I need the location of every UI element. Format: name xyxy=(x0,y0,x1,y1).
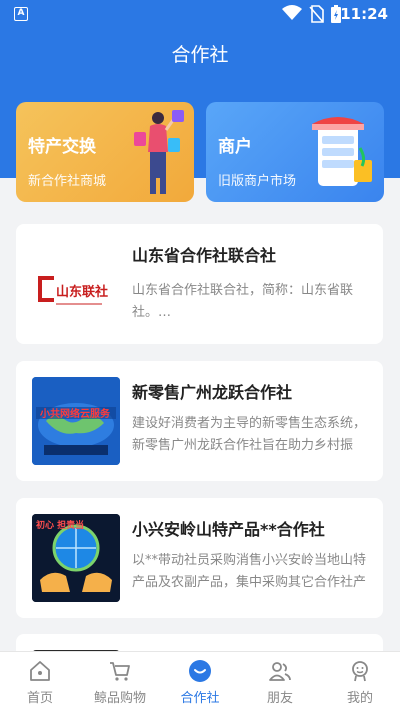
coop-logo-xiaoxinganling: 初心 担责当 xyxy=(32,514,120,602)
coop-logo-shandong: 山东联社 xyxy=(32,240,120,328)
coop-description: 山东省合作社联合社，简称：山东省联社。… xyxy=(132,283,354,320)
status-bar: A 11:24 xyxy=(0,0,400,28)
tab-shopping[interactable]: 鲸品购物 xyxy=(80,652,160,710)
logo-text: 山东联社 xyxy=(56,284,108,300)
tab-label: 合作社 xyxy=(180,691,220,706)
promo-merchant[interactable]: 商户 旧版商户市场 xyxy=(206,102,384,202)
app-notification-icon: A xyxy=(14,7,28,21)
tab-label: 我的 xyxy=(346,691,373,706)
status-time: 11:24 xyxy=(340,5,388,23)
coop-title: 小兴安岭山特产品**合作社 xyxy=(132,520,325,539)
tab-label: 鲸品购物 xyxy=(93,691,146,706)
tab-me[interactable]: 我的 xyxy=(320,652,400,710)
promo-special-exchange[interactable]: 特产交换 新合作社商城 xyxy=(16,102,194,202)
logo-text: 初心 担责当 xyxy=(36,519,84,531)
logo-text: 小共网络云服务 xyxy=(39,407,111,420)
tab-label: 朋友 xyxy=(266,691,293,706)
tab-cooperative[interactable]: 合作社 xyxy=(160,652,240,710)
page-title: 合作社 xyxy=(171,44,229,66)
tab-label: 首页 xyxy=(26,691,53,706)
coop-title: 新零售广州龙跃合作社 xyxy=(132,383,293,402)
coop-description: 建设好消费者为主导的新零售生态系统，新零售广州龙跃合作社旨在助力乡村振兴… xyxy=(132,416,367,453)
tab-friends[interactable]: 朋友 xyxy=(240,652,320,710)
shopping-woman-illustration xyxy=(134,110,184,194)
friends-icon xyxy=(269,662,291,681)
coop-logo-guangzhou: 小共网络云服务 xyxy=(32,377,120,465)
promo-title: 商户 xyxy=(218,137,252,157)
tab-home[interactable]: 首页 xyxy=(0,652,80,710)
storefront-phone-illustration xyxy=(312,117,372,186)
coop-card-guangzhou[interactable]: 小共网络云服务 新零售广州龙跃合作社 建设好消费者为主导的新零售生态系统，新零售… xyxy=(16,361,383,481)
coop-card-shandong[interactable]: 山东联社 山东省合作社联合社 山东省合作社联合社，简称：山东省联社。… xyxy=(16,224,383,344)
coop-title: 山东省合作社联合社 xyxy=(132,246,277,265)
bottom-tab-bar: 首页 鲸品购物 合作社 朋友 我的 xyxy=(0,651,400,710)
cooperative-icon xyxy=(189,660,211,682)
shopping-cart-icon xyxy=(110,662,130,681)
promo-title: 特产交换 xyxy=(28,137,96,157)
no-sim-icon xyxy=(309,5,324,23)
coop-card-xiaoxinganling[interactable]: 初心 担责当 小兴安岭山特产品**合作社 以**带动社员采购消售小兴安岭当地山特… xyxy=(16,498,383,618)
coop-description: 以**带动社员采购消售小兴安岭当地山特产品及农副产品，集中采购其它合作社产品… xyxy=(132,553,367,590)
home-icon xyxy=(30,661,50,681)
profile-icon xyxy=(352,661,368,682)
wifi-icon xyxy=(282,5,302,20)
promo-subtitle: 新合作社商城 xyxy=(28,174,107,189)
promo-subtitle: 旧版商户市场 xyxy=(218,174,297,189)
